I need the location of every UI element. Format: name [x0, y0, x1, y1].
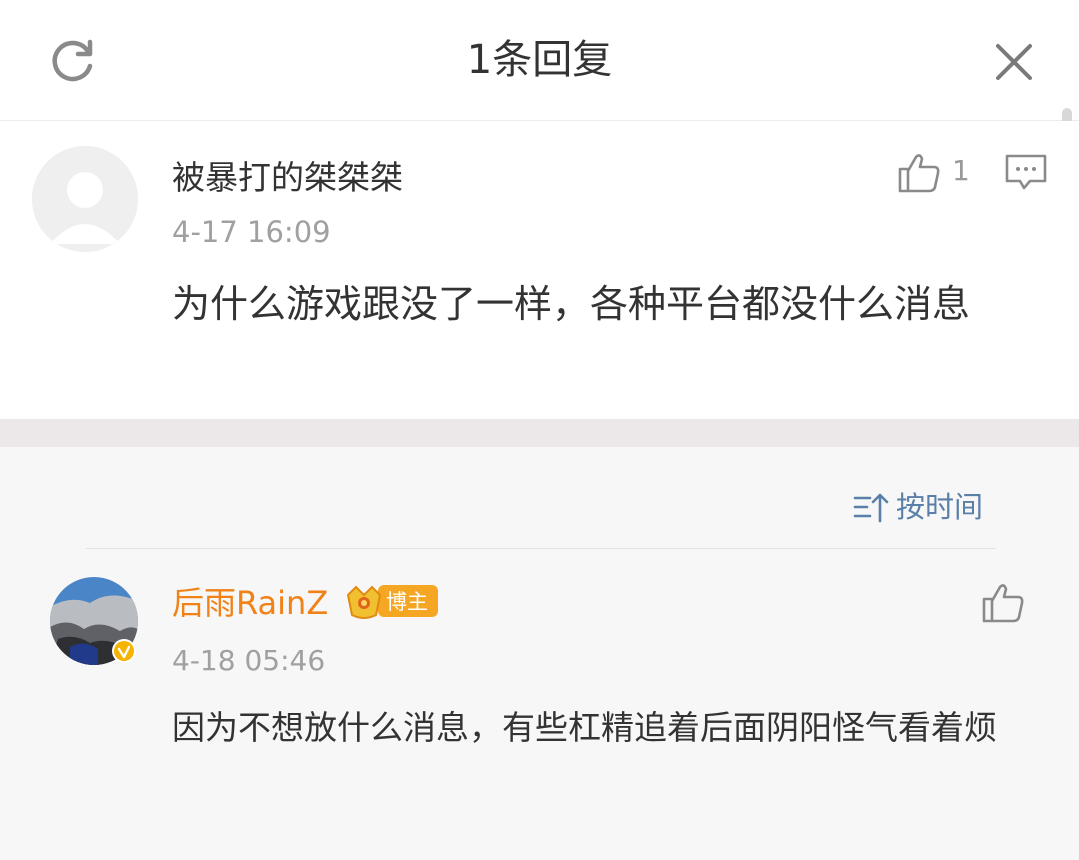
dialog-header: 1条回复: [0, 0, 1079, 121]
avatar[interactable]: [50, 577, 138, 665]
main-comment: 被暴打的桀桀桀 4-17 16:09 1 为什么游戏跟没了一样，各种平台都没什么…: [0, 121, 1079, 419]
comment-reply-icon[interactable]: [1004, 153, 1048, 191]
comment-text: 为什么游戏跟没了一样，各种平台都没什么消息: [172, 282, 971, 326]
close-icon[interactable]: [990, 38, 1038, 86]
badge-label: 博主: [386, 590, 428, 614]
thumbs-up-icon[interactable]: [980, 579, 1026, 625]
reply-timestamp: 4-18 05:46: [172, 644, 326, 677]
default-avatar-icon: [32, 146, 138, 252]
sort-by-time-button[interactable]: 按时间: [852, 487, 983, 527]
reply-username[interactable]: 后雨RainZ: [172, 581, 328, 625]
reply-text: 因为不想放什么消息，有些杠精追着后面阴阳怪气看着烦: [172, 708, 997, 747]
sort-label: 按时间: [896, 490, 984, 524]
divider: [86, 548, 996, 549]
section-divider: [0, 419, 1079, 447]
avatar[interactable]: [32, 146, 138, 252]
sort-icon: [853, 493, 889, 523]
reply-list: 按时间 后雨RainZ 博主 4-18 05:46 因为不想放什么消息，有些杠精…: [0, 447, 1079, 860]
comment-username[interactable]: 被暴打的桀桀桀: [172, 156, 403, 200]
dialog-title: 1条回复: [466, 37, 613, 83]
thumbs-up-icon[interactable]: [896, 149, 942, 195]
comment-timestamp: 4-17 16:09: [172, 215, 331, 249]
like-count: 1: [952, 154, 970, 187]
